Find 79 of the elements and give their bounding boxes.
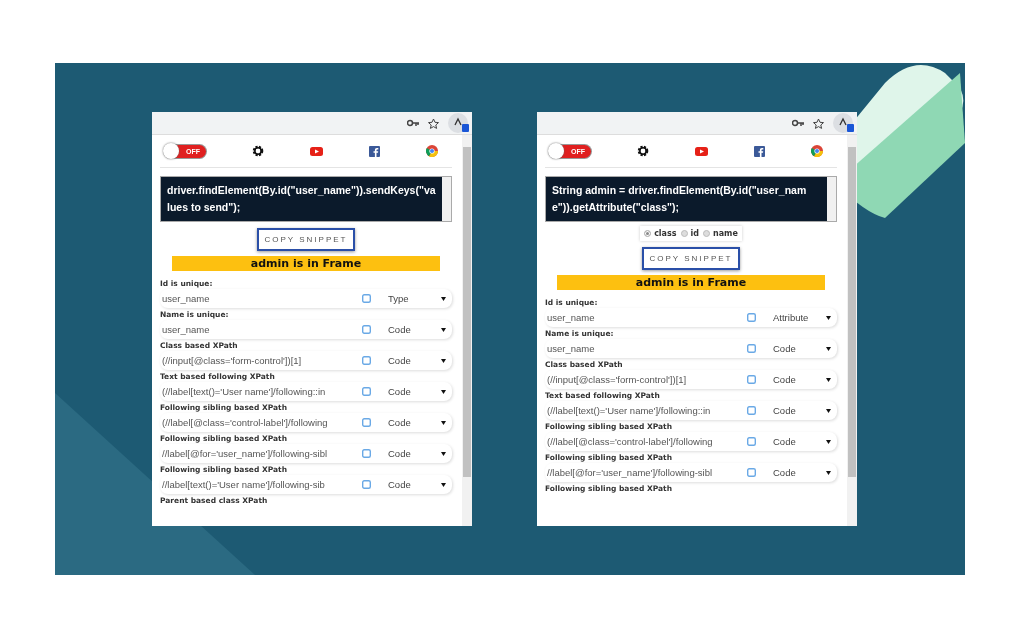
copy-icon[interactable] — [362, 418, 371, 427]
copy-icon[interactable] — [362, 325, 371, 334]
caret-icon — [441, 482, 446, 487]
radio-option[interactable]: name — [703, 229, 738, 238]
locator-field[interactable]: (//input[@class='form-control'])[1] Code — [160, 351, 452, 370]
key-icon[interactable] — [792, 119, 804, 127]
dropdown[interactable]: Code — [388, 386, 446, 397]
copy-icon[interactable] — [362, 449, 371, 458]
copy-snippet-button[interactable]: COPY SNIPPET — [256, 228, 356, 251]
caret-icon — [441, 389, 446, 394]
copy-icon[interactable] — [747, 313, 756, 322]
dropdown[interactable]: Code — [388, 417, 446, 428]
copy-icon[interactable] — [747, 468, 756, 477]
settings-icon[interactable] — [637, 145, 649, 157]
caret-icon — [826, 470, 831, 475]
code-snippet: String admin = driver.findElement(By.id("user_name")).getAttribute("class"); — [551, 183, 808, 215]
locator-field[interactable]: //label[text()='User name']/following-sib Code — [160, 475, 452, 494]
star-icon[interactable] — [813, 117, 824, 129]
caret-icon — [826, 408, 831, 413]
star-icon[interactable] — [428, 117, 439, 129]
frame-banner: admin is in Frame — [172, 256, 440, 271]
copy-icon[interactable] — [362, 480, 371, 489]
dropdown[interactable]: Attribute — [773, 312, 831, 323]
extension-icon[interactable] — [448, 113, 470, 133]
dropdown[interactable]: Code — [773, 467, 831, 478]
frame-banner: admin is in Frame — [557, 275, 825, 290]
radio-option[interactable]: id — [680, 229, 699, 238]
scrollbar[interactable] — [462, 135, 472, 526]
dropdown[interactable]: Code — [773, 343, 831, 354]
locator-field[interactable]: (//label[text()='User name']/following::in Code — [160, 382, 452, 401]
locator-field[interactable]: user_name Attribute — [545, 308, 837, 327]
copy-icon[interactable] — [362, 356, 371, 365]
locator-field[interactable]: user_name Type — [160, 289, 452, 308]
copy-icon[interactable] — [747, 437, 756, 446]
caret-icon — [826, 377, 831, 382]
caret-icon — [441, 420, 446, 425]
dropdown[interactable]: Code — [388, 448, 446, 459]
locator-field[interactable]: (//label[@class='control-label']/following Code — [160, 413, 452, 432]
scrollbar[interactable] — [847, 135, 857, 526]
f-logo-icon[interactable] — [369, 145, 380, 157]
caret-icon — [826, 439, 831, 444]
copy-snippet-button[interactable]: COPY SNIPPET — [641, 247, 741, 270]
copy-icon[interactable] — [747, 406, 756, 415]
code-snippet: driver.findElement(By.id("user_name")).sendKeys("values to send"); — [166, 183, 437, 215]
locator-field[interactable]: user_name Code — [545, 339, 837, 358]
settings-icon[interactable] — [252, 145, 264, 157]
radio-option[interactable]: class — [644, 229, 677, 238]
locator-field[interactable]: (//input[@class='form-control'])[1] Code — [545, 370, 837, 389]
copy-icon[interactable] — [362, 387, 371, 396]
dropdown[interactable]: Code — [388, 479, 446, 490]
browser-logo-icon[interactable] — [426, 145, 438, 157]
browser-logo-icon[interactable] — [811, 145, 823, 157]
f-logo-icon[interactable] — [754, 145, 765, 157]
dropdown[interactable]: Type — [388, 293, 446, 304]
copy-icon[interactable] — [747, 344, 756, 353]
video-play-icon[interactable] — [310, 146, 323, 156]
scrollbar[interactable] — [827, 177, 836, 221]
key-icon[interactable] — [407, 119, 419, 127]
caret-icon — [826, 346, 831, 351]
dropdown[interactable]: Code — [773, 405, 831, 416]
caret-icon — [826, 315, 831, 320]
video-play-icon[interactable] — [695, 146, 708, 156]
dropdown[interactable]: Code — [773, 374, 831, 385]
caret-icon — [441, 327, 446, 332]
locator-field[interactable]: (//label[text()='User name']/following::in Code — [545, 401, 837, 420]
copy-icon[interactable] — [362, 294, 371, 303]
locator-field[interactable]: (//label[@class='control-label']/following Code — [545, 432, 837, 451]
dropdown[interactable]: Code — [773, 436, 831, 447]
locator-field[interactable]: //label[@for='user_name']/following-sibl Code — [545, 463, 837, 482]
caret-icon — [441, 358, 446, 363]
locator-field[interactable]: user_name Code — [160, 320, 452, 339]
dropdown[interactable]: Code — [388, 324, 446, 335]
caret-icon — [441, 296, 446, 301]
locator-field[interactable]: //label[@for='user_name']/following-sibl Code — [160, 444, 452, 463]
caret-icon — [441, 451, 446, 456]
dropdown[interactable]: Code — [388, 355, 446, 366]
extension-icon[interactable] — [833, 113, 855, 133]
copy-icon[interactable] — [747, 375, 756, 384]
scrollbar[interactable] — [442, 177, 451, 221]
